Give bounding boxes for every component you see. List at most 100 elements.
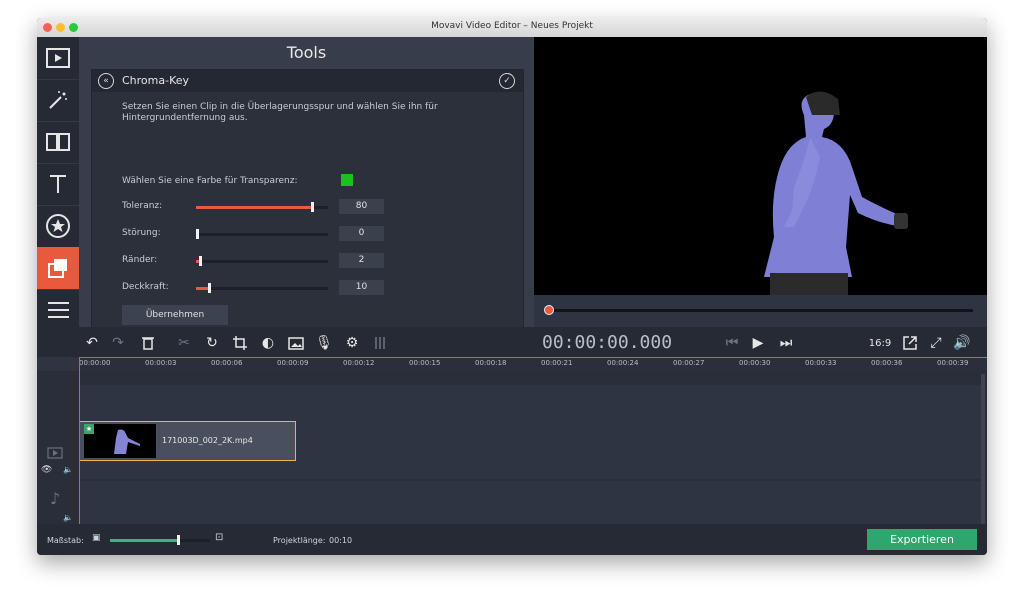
detach-preview-icon[interactable] xyxy=(901,334,919,352)
tolerance-value-field[interactable]: 80 xyxy=(339,199,384,214)
star-circle-icon xyxy=(46,214,70,238)
color-pick-label: Wählen Sie eine Farbe für Transparenz: xyxy=(122,176,298,186)
apply-button[interactable]: Übernehmen xyxy=(122,305,228,325)
ruler-tick: 00:00:27 xyxy=(673,359,705,367)
ruler-tick: 00:00:30 xyxy=(739,359,771,367)
skip-forward-icon[interactable]: ⏭ xyxy=(777,334,795,352)
slider-knob[interactable] xyxy=(199,256,202,266)
title-bar: Movavi Video Editor – Neues Projekt xyxy=(37,18,987,38)
magic-wand-icon xyxy=(49,91,67,109)
gear-icon[interactable]: ⚙ xyxy=(343,334,361,352)
overlay-tools-icon xyxy=(48,259,67,278)
export-button[interactable]: Exportieren xyxy=(867,529,977,550)
video-track-header: 👁 🔈 xyxy=(37,385,79,479)
timeline-scrollbar[interactable] xyxy=(981,374,985,524)
scale-slider[interactable] xyxy=(110,535,210,545)
microphone-icon[interactable]: 🎙 xyxy=(315,334,333,352)
ruler-tick: 00:00:24 xyxy=(607,359,639,367)
play-icon[interactable]: ▶ xyxy=(749,334,767,352)
window-title: Movavi Video Editor – Neues Projekt xyxy=(431,21,593,31)
ruler-tick: 00:00:09 xyxy=(277,359,309,367)
opacity-value-field[interactable]: 10 xyxy=(339,280,384,295)
scale-label: Maßstab: xyxy=(47,536,84,545)
scale-fill xyxy=(110,539,178,542)
visibility-eye-icon[interactable]: 👁 xyxy=(41,465,52,475)
audio-track-header: ♪ 🔈 xyxy=(37,481,79,524)
sidebar-titles[interactable] xyxy=(37,163,79,206)
tolerance-slider[interactable] xyxy=(196,202,328,212)
edges-value-field[interactable]: 2 xyxy=(339,253,384,268)
sidebar-more-tools[interactable] xyxy=(37,247,79,290)
equalizer-icon[interactable] xyxy=(371,334,389,352)
audio-mute-icon[interactable]: 🔈 xyxy=(63,513,73,522)
app-window: Movavi Video Editor – Neues Projekt Tool… xyxy=(37,18,987,555)
undo-icon[interactable]: ↶ xyxy=(83,334,101,352)
film-import-icon xyxy=(46,48,70,68)
ruler-tick: 00:00:39 xyxy=(937,359,969,367)
tool-sidebar xyxy=(37,37,79,327)
overlay-track[interactable] xyxy=(79,371,981,383)
volume-icon[interactable]: 🔊 xyxy=(953,334,971,352)
crop-icon[interactable] xyxy=(231,334,249,352)
clip-thumbnail xyxy=(84,424,156,458)
opacity-slider[interactable] xyxy=(196,283,328,293)
edit-toolbar: ↶ ↷ ✂ ↻ ◐ 🎙 ⚙ 00:00:00.000 ⏮ ▶ ⏭ 16:9 ⤢ … xyxy=(37,327,987,357)
sidebar-filters[interactable] xyxy=(37,79,79,122)
slider-knob[interactable] xyxy=(208,283,211,293)
timeline-ruler[interactable]: 00:00:00 00:00:03 00:00:06 00:00:09 00:0… xyxy=(79,357,987,372)
audio-track[interactable] xyxy=(79,481,981,524)
image-icon[interactable] xyxy=(287,334,305,352)
fullscreen-icon[interactable]: ⤢ xyxy=(927,334,945,352)
video-track[interactable]: ★ 171003D_002_2K.mp4 xyxy=(79,385,981,479)
tools-title: Tools xyxy=(286,43,327,62)
chroma-key-header: « Chroma-Key ✓ xyxy=(92,70,523,92)
timeline-playhead[interactable] xyxy=(79,357,80,524)
video-clip[interactable]: ★ 171003D_002_2K.mp4 xyxy=(79,421,296,461)
back-double-chevron-icon[interactable]: « xyxy=(98,73,114,89)
edges-slider[interactable] xyxy=(196,256,328,266)
noise-value-field[interactable]: 0 xyxy=(339,226,384,241)
transitions-icon xyxy=(46,133,70,151)
noise-slider[interactable] xyxy=(196,229,328,239)
sidebar-transitions[interactable] xyxy=(37,121,79,164)
status-bar: Maßstab: ▣ ⊡ Projektlänge: 00:10 Exporti… xyxy=(37,524,987,555)
redo-icon[interactable]: ↷ xyxy=(109,334,127,352)
ruler-tick: 00:00:33 xyxy=(805,359,837,367)
slider-knob[interactable] xyxy=(311,202,314,212)
clip-star-icon: ★ xyxy=(84,424,94,434)
edges-label: Ränder: xyxy=(122,255,158,265)
key-color-swatch[interactable] xyxy=(341,174,353,186)
project-length-label: Projektlänge: xyxy=(273,536,326,545)
scissors-icon[interactable]: ✂ xyxy=(175,334,193,352)
ruler-tick: 00:00:18 xyxy=(475,359,507,367)
ruler-tick: 00:00:00 xyxy=(79,359,111,367)
chroma-key-description: Setzen Sie einen Clip in die Überlagerun… xyxy=(122,102,438,123)
chroma-key-title: Chroma-Key xyxy=(122,74,190,87)
timecode-display: 00:00:00.000 xyxy=(542,332,673,353)
chroma-key-panel: « Chroma-Key ✓ Setzen Sie einen Clip in … xyxy=(91,69,524,333)
sidebar-menu[interactable] xyxy=(37,289,79,331)
skip-back-icon[interactable]: ⏮ xyxy=(723,334,741,352)
track-mute-icon[interactable]: 🔈 xyxy=(63,465,73,474)
ruler-tick: 00:00:21 xyxy=(541,359,573,367)
tools-panel: Tools « Chroma-Key ✓ Setzen Sie einen Cl… xyxy=(79,37,534,333)
sidebar-import-media[interactable] xyxy=(37,37,79,80)
zoom-in-icon[interactable]: ⊡ xyxy=(215,532,223,543)
trash-icon[interactable] xyxy=(139,334,157,352)
scale-knob[interactable] xyxy=(177,535,180,545)
zoom-out-icon[interactable]: ▣ xyxy=(92,533,101,543)
color-adjust-icon[interactable]: ◐ xyxy=(259,334,277,352)
video-track-icon xyxy=(47,447,63,459)
aspect-ratio-button[interactable]: 16:9 xyxy=(869,334,891,352)
sidebar-stickers[interactable] xyxy=(37,205,79,248)
slider-knob[interactable] xyxy=(196,229,199,239)
timeline-tracks: ★ 171003D_002_2K.mp4 👁 🔈 ♪ 🔈 xyxy=(37,371,987,524)
scrub-knob[interactable] xyxy=(544,305,554,315)
confirm-check-icon[interactable]: ✓ xyxy=(499,73,515,89)
playback-scrubber[interactable] xyxy=(534,295,987,327)
scrub-track[interactable] xyxy=(548,309,973,312)
slider-fill xyxy=(196,206,312,209)
rotate-icon[interactable]: ↻ xyxy=(203,334,221,352)
ruler-tick: 00:00:06 xyxy=(211,359,243,367)
noise-label: Störung: xyxy=(122,228,161,238)
